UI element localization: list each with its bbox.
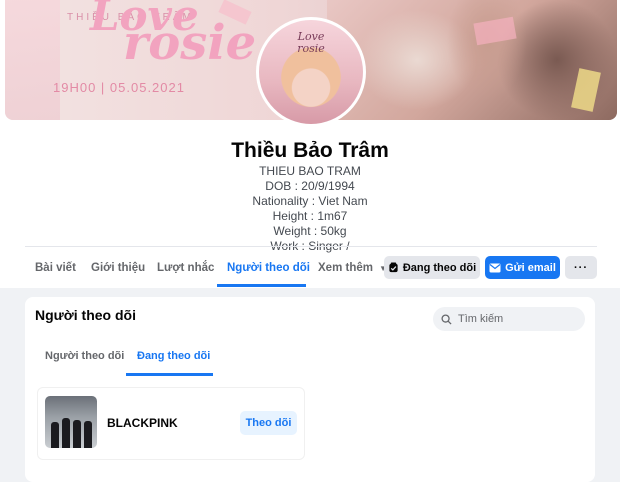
following-button[interactable]: Đang theo dõi <box>384 256 480 279</box>
profile-thumbnail[interactable] <box>45 396 97 448</box>
cover-date: 19H00 | 05.05.2021 <box>53 80 185 95</box>
thumbnail-figure <box>51 422 59 448</box>
cover-decoration <box>5 0 60 120</box>
avatar[interactable]: Love rosie <box>256 17 366 127</box>
avatar-image: Love rosie <box>259 20 363 124</box>
envelope-icon <box>489 263 501 272</box>
following-icon <box>389 262 398 273</box>
tab-more[interactable]: Xem thêm ▼ <box>318 262 387 274</box>
bio-line: Weight : 50kg <box>273 224 347 238</box>
thumbnail-figure <box>73 420 81 448</box>
thumbnail-figure <box>62 418 70 448</box>
thumbnail-figure <box>84 421 92 448</box>
avatar-title: rosie <box>297 42 325 55</box>
profile-bio: THIEU BAO TRAM DOB : 20/9/1994 Nationali… <box>0 164 620 254</box>
subtab-followers[interactable]: Người theo dõi <box>45 350 124 362</box>
subtab-following[interactable]: Đang theo dõi <box>137 350 210 362</box>
bio-line: Height : 1m67 <box>272 209 348 223</box>
active-tab-indicator <box>217 284 306 287</box>
tab-mentions[interactable]: Lượt nhắc <box>157 262 214 274</box>
active-subtab-indicator <box>126 373 213 376</box>
search-input[interactable] <box>456 312 580 326</box>
follow-button[interactable]: Theo dõi <box>240 411 297 435</box>
bio-line: THIEU BAO TRAM <box>259 164 361 178</box>
cover-title: rosie <box>123 15 257 71</box>
more-dots-icon: ··· <box>574 261 588 274</box>
more-options-button[interactable]: ··· <box>565 256 597 279</box>
list-item-name[interactable]: BLACKPINK <box>107 416 178 430</box>
tab-posts[interactable]: Bài viết <box>35 262 76 274</box>
divider <box>25 246 597 247</box>
send-email-label: Gửi email <box>505 261 556 274</box>
search-box[interactable] <box>433 307 585 331</box>
search-icon <box>441 313 452 325</box>
send-email-button[interactable]: Gửi email <box>485 256 560 279</box>
tab-followers[interactable]: Người theo dõi <box>227 262 310 274</box>
profile-header: THIỀU BẢO TRÂM Love rosie 19H00 | 05.05.… <box>0 0 620 288</box>
followers-section-title: Người theo dõi <box>35 307 136 323</box>
bio-line: DOB : 20/9/1994 <box>265 179 355 193</box>
bio-line: Nationality : Viet Nam <box>252 194 368 208</box>
following-label: Đang theo dõi <box>402 261 477 274</box>
tab-about[interactable]: Giới thiệu <box>91 262 145 274</box>
tab-more-label: Xem thêm <box>318 262 373 274</box>
profile-name: Thiều Bảo Trâm <box>231 139 389 162</box>
